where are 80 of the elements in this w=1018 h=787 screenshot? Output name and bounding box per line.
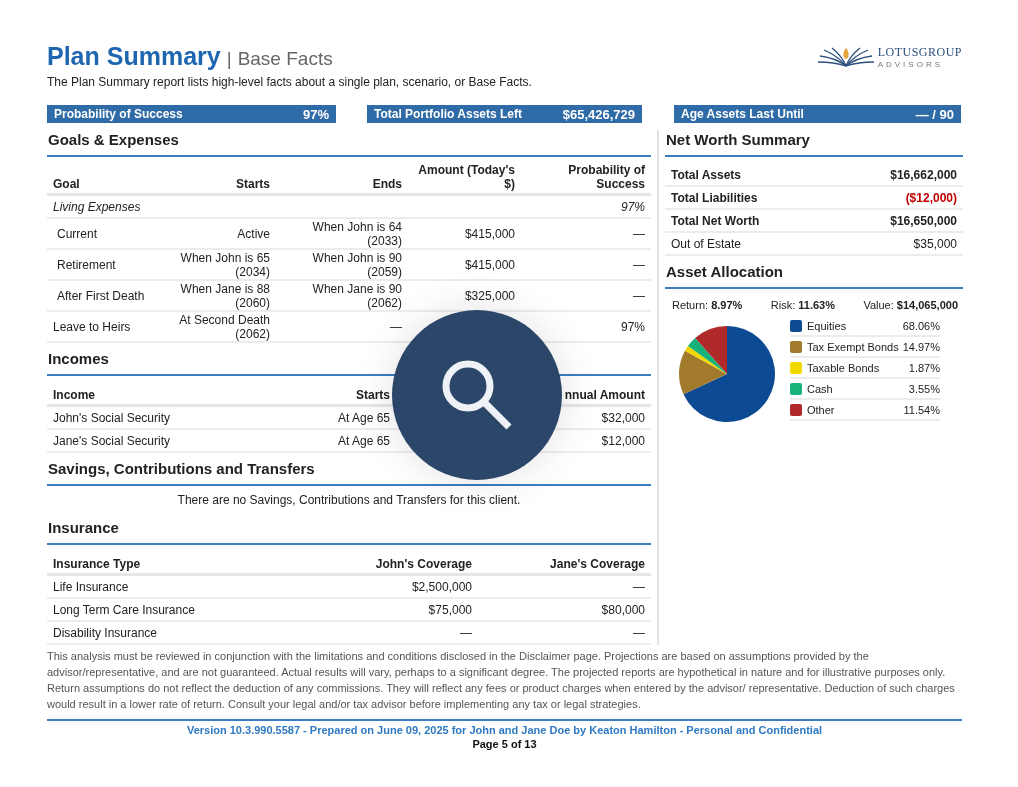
title-separator: | bbox=[226, 48, 232, 70]
table-cell: ($12,000) bbox=[814, 187, 963, 210]
legend-label: Other bbox=[807, 403, 835, 416]
section-title: Asset Allocation bbox=[665, 262, 963, 289]
table-cell: At Second Death (2062) bbox=[163, 312, 276, 343]
table-cell: — bbox=[521, 250, 651, 281]
table-cell: When Jane is 90 (2062) bbox=[276, 281, 408, 312]
page-number: Page 5 of 13 bbox=[471, 737, 538, 751]
table-cell: Life Insurance bbox=[47, 576, 297, 599]
version-line: Version 10.3.990.5587 - Prepared on June 09, 2025 for John and Jane Doe by Keaton Hamilton - Personal and Confidential bbox=[185, 723, 824, 737]
table-cell: When John is 64 (2033) bbox=[276, 219, 408, 250]
page-subtitle: Base Facts bbox=[237, 48, 333, 70]
table-cell: Disability Insurance bbox=[47, 622, 297, 645]
section-title: Goals & Expenses bbox=[47, 130, 651, 157]
table-cell: When John is 65 (2034) bbox=[163, 250, 276, 281]
table-cell: After First Death bbox=[47, 281, 163, 312]
summary-value: $65,426,729 bbox=[562, 106, 635, 122]
table-cell: — bbox=[297, 622, 478, 645]
table-cell: Active bbox=[163, 219, 276, 250]
legend-value: 3.55% bbox=[908, 382, 940, 395]
table-cell: — bbox=[478, 576, 651, 599]
table-cell: Total Liabilities bbox=[665, 187, 814, 210]
logo-tagline: ADVISORS bbox=[877, 60, 943, 69]
table-cell: — bbox=[521, 219, 651, 250]
table-cell: — bbox=[521, 281, 651, 312]
column-header: Starts bbox=[163, 163, 276, 196]
table-cell: Total Assets bbox=[665, 164, 814, 187]
summary-label: Probability of Success bbox=[54, 107, 183, 121]
legend-value: 11.54% bbox=[903, 403, 940, 416]
table-cell: $2,500,000 bbox=[297, 576, 478, 599]
summary-label: Age Assets Last Until bbox=[681, 107, 804, 121]
table-cell: Long Term Care Insurance bbox=[47, 599, 297, 622]
table-cell: At Age 65 bbox=[247, 430, 396, 453]
column-header: Income bbox=[47, 384, 247, 407]
table-cell: When Jane is 88 (2060) bbox=[163, 281, 276, 312]
column-header: Insurance Type bbox=[47, 553, 297, 576]
table-cell: $75,000 bbox=[297, 599, 478, 622]
table-cell: $16,662,000 bbox=[814, 164, 963, 187]
summary-value: 97% bbox=[302, 106, 329, 122]
column-header: Goal bbox=[47, 163, 163, 196]
table-cell: John's Social Security bbox=[47, 407, 247, 430]
table-cell: 97% bbox=[521, 196, 651, 219]
legend-value: 14.97% bbox=[902, 340, 940, 353]
table-cell: Current bbox=[47, 219, 163, 250]
table-cell: Leave to Heirs bbox=[47, 312, 163, 343]
table-cell: $415,000 bbox=[408, 219, 521, 250]
table-cell: $16,650,000 bbox=[814, 210, 963, 233]
column-header: Jane's Coverage bbox=[478, 553, 651, 576]
legend-label: Cash bbox=[807, 382, 833, 395]
column-header: Ends bbox=[276, 163, 408, 196]
page-title: Plan Summary bbox=[47, 42, 221, 71]
page-description: The Plan Summary report lists high-level facts about a single plan, scenario, or Base Facts. bbox=[47, 75, 532, 89]
table-cell: $35,000 bbox=[814, 233, 963, 256]
stat-text: Value: $14,065,000 bbox=[863, 299, 958, 311]
section-title: Insurance bbox=[47, 518, 651, 545]
table-cell: Total Net Worth bbox=[665, 210, 814, 233]
column-header: Amount (Today's $) bbox=[408, 163, 521, 196]
table-cell: Living Expenses bbox=[47, 196, 163, 219]
logo-wordmark: LOTUSGROUP bbox=[877, 45, 962, 60]
legend-label: Equities bbox=[807, 319, 847, 332]
summary-value: — / 90 bbox=[915, 106, 954, 122]
table-cell: When John is 90 (2059) bbox=[276, 250, 408, 281]
table-cell: Retirement bbox=[47, 250, 163, 281]
legend-label: Taxable Bonds bbox=[807, 361, 880, 374]
table-cell: Jane's Social Security bbox=[47, 430, 247, 453]
legend-label: Tax Exempt Bonds bbox=[807, 340, 899, 353]
stat-text: Risk: 11.63% bbox=[770, 299, 835, 311]
section-title: Net Worth Summary bbox=[665, 130, 963, 157]
table-cell: — bbox=[478, 622, 651, 645]
legend-value: 1.87% bbox=[908, 361, 940, 374]
summary-label: Total Portfolio Assets Left bbox=[374, 107, 522, 121]
empty-message: There are no Savings, Contributions and Transfers for this client. bbox=[176, 492, 522, 509]
disclaimer-text: This analysis must be reviewed in conjunction with the limitations and conditions disclosed in the Disclaimer page. Projections are based on assumptions provided by the advisor/representative, and are not guaranteed. Actual results will vary, perhaps to a significant degree. The projected reports are hypothetical in nature and for illustrative purposes only. Return assumptions do not reflect the deduction of any commissions. They will reflect any fees or product charges when entered by the advisor/ representative. Deduction of such charges would result in a lower rate of return. Consult your legal and/or tax advisor before implementing any tax or legal strategies. bbox=[47, 649, 956, 712]
stat-text: Return: 8.97% bbox=[672, 299, 743, 311]
table-cell: $415,000 bbox=[408, 250, 521, 281]
column-header: John's Coverage bbox=[297, 553, 478, 576]
table-cell: $80,000 bbox=[478, 599, 651, 622]
legend-value: 68.06% bbox=[902, 319, 940, 332]
column-header: Probability of Success bbox=[521, 163, 651, 196]
table-cell: Out of Estate bbox=[665, 233, 814, 256]
